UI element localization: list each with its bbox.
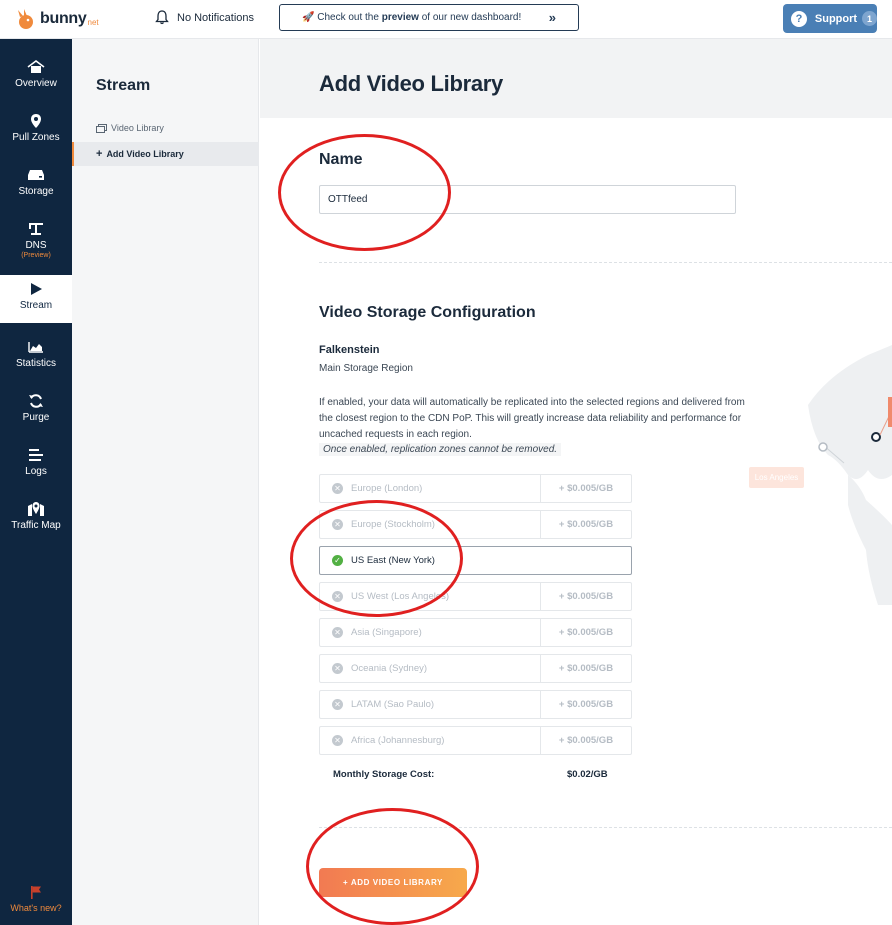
bunny-logo-icon <box>18 9 33 29</box>
map-pin-icon <box>27 501 45 517</box>
brand-tld: net <box>87 17 99 27</box>
region-price: + $0.005/GB <box>540 475 631 502</box>
nav-label: DNS <box>25 240 47 251</box>
nav-item-dns[interactable]: DNS (Preview) <box>0 215 72 263</box>
whats-new-link[interactable]: What's new? <box>0 885 72 913</box>
close-icon: ✕ <box>332 627 343 638</box>
main-region-name: Falkenstein <box>319 344 380 356</box>
region-price: + $0.005/GB <box>540 691 631 718</box>
nav-label: Overview <box>15 78 57 89</box>
preview-dashboard-banner[interactable]: 🚀 Check out the preview of our new dashb… <box>279 4 579 31</box>
annotation-circle <box>278 134 451 251</box>
nav-label: Pull Zones <box>12 132 60 143</box>
chart-icon <box>27 339 45 355</box>
notifications-label: No Notifications <box>177 11 255 24</box>
refresh-icon <box>27 393 45 409</box>
region-price: + $0.005/GB <box>540 727 631 754</box>
region-label: LATAM (Sao Paulo) <box>351 699 435 710</box>
nav-item-stream[interactable]: Stream <box>0 275 72 323</box>
replication-description: If enabled, your data will automatically… <box>319 397 745 440</box>
double-chevron-right-icon: » <box>548 10 556 25</box>
map-location-label: Los Angeles <box>749 467 804 488</box>
nav-label: Traffic Map <box>11 520 61 531</box>
nav-label: Statistics <box>15 358 56 369</box>
nav-item-overview[interactable]: Overview <box>0 53 72 101</box>
region-label: Asia (Singapore) <box>351 627 422 638</box>
nav-label: Purge <box>22 412 50 423</box>
video-library-icon <box>96 123 107 133</box>
subnav-item-add-video-library[interactable]: + Add Video Library <box>72 142 259 166</box>
section-divider <box>319 262 892 263</box>
region-label: Africa (Johannesburg) <box>351 735 445 746</box>
region-price: + $0.005/GB <box>540 511 631 538</box>
page-title: Add Video Library <box>319 71 503 96</box>
brand-name: bunny <box>40 10 87 27</box>
region-label: Oceania (Sydney) <box>351 663 428 674</box>
play-icon <box>27 281 45 297</box>
nav-item-storage[interactable]: Storage <box>0 161 72 209</box>
close-icon: ✕ <box>332 699 343 710</box>
region-price: + $0.005/GB <box>540 583 631 610</box>
dns-icon <box>27 221 45 237</box>
stream-subnav: Stream Video Library + Add Video Library <box>72 39 259 925</box>
bunny-logo[interactable]: bunny net <box>14 4 114 34</box>
annotation-circle <box>290 500 463 617</box>
region-toggle-africa-johannesburg[interactable]: ✕ Africa (Johannesburg) + $0.005/GB <box>319 726 632 755</box>
home-icon <box>27 59 45 75</box>
nav-label: Stream <box>19 300 53 311</box>
storage-drive-icon <box>27 167 45 183</box>
preview-bold: preview <box>381 12 419 23</box>
region-toggle-oceania-sydney[interactable]: ✕ Oceania (Sydney) + $0.005/GB <box>319 654 632 683</box>
main-sidebar: Overview Pull Zones Storage DNS (Preview… <box>0 39 72 925</box>
region-toggle-latam-sao-paulo[interactable]: ✕ LATAM (Sao Paulo) + $0.005/GB <box>319 690 632 719</box>
region-price: + $0.005/GB <box>540 619 631 646</box>
subnav-title: Stream <box>96 77 151 94</box>
region-price: + $0.005/GB <box>540 655 631 682</box>
top-bar: bunny net No Notifications 🚀 Check out t… <box>0 0 892 39</box>
region-toggle-europe-london[interactable]: ✕ Europe (London) + $0.005/GB <box>319 474 632 503</box>
whats-new-label: What's new? <box>10 903 62 913</box>
preview-prefix: 🚀 Check out the <box>302 12 382 23</box>
preview-banner-text: 🚀 Check out the preview of our new dashb… <box>302 12 521 23</box>
subnav-item-label: Add Video Library <box>106 149 184 159</box>
region-label: Europe (London) <box>351 483 423 494</box>
list-icon <box>27 447 45 463</box>
location-pin-icon <box>27 113 45 129</box>
question-icon: ? <box>791 10 807 27</box>
close-icon: ✕ <box>332 663 343 674</box>
support-button[interactable]: ? Support 1 <box>783 4 877 33</box>
page-header: Add Video Library <box>260 39 892 118</box>
monthly-cost-value: $0.02/GB <box>567 769 608 780</box>
notifications[interactable]: No Notifications <box>155 10 254 25</box>
nav-item-purge[interactable]: Purge <box>0 387 72 435</box>
nav-item-statistics[interactable]: Statistics <box>0 333 72 381</box>
support-label: Support <box>814 12 858 25</box>
nav-label: Storage <box>18 186 54 197</box>
preview-suffix: of our new dashboard! <box>418 12 522 23</box>
storage-config-title: Video Storage Configuration <box>319 304 536 321</box>
flag-icon <box>31 886 41 899</box>
subnav-item-video-library[interactable]: Video Library <box>72 116 259 140</box>
nav-item-logs[interactable]: Logs <box>0 441 72 489</box>
region-toggle-asia-singapore[interactable]: ✕ Asia (Singapore) + $0.005/GB <box>319 618 632 647</box>
dns-preview-badge: (Preview) <box>21 252 51 259</box>
main-region-subtitle: Main Storage Region <box>319 363 413 374</box>
nav-label: Logs <box>25 466 47 477</box>
close-icon: ✕ <box>332 483 343 494</box>
close-icon: ✕ <box>332 735 343 746</box>
annotation-circle <box>306 808 479 925</box>
nav-item-traffic-map[interactable]: Traffic Map <box>0 495 72 543</box>
support-count-badge: 1 <box>862 11 877 26</box>
monthly-cost-label: Monthly Storage Cost: <box>333 769 435 780</box>
bell-icon <box>155 10 169 25</box>
plus-icon: + <box>96 148 103 160</box>
nav-item-pull-zones[interactable]: Pull Zones <box>0 107 72 155</box>
subnav-item-label: Video Library <box>111 123 164 133</box>
replication-warning: Once enabled, replication zones cannot b… <box>319 443 562 456</box>
